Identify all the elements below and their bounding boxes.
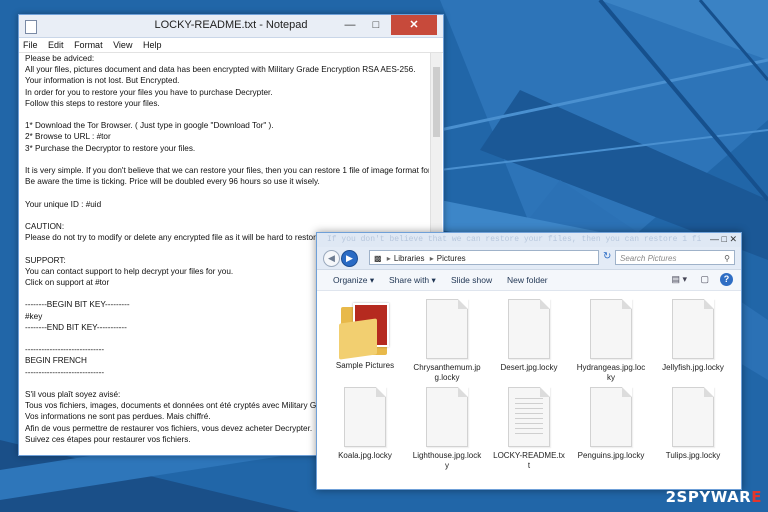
file-label: Desert.jpg.locky [500,363,558,372]
file-item[interactable]: Koala.jpg.locky [329,387,401,461]
text-line: Please be adviced: [25,54,95,63]
text-line: 1* Download the Tor Browser. ( Just type… [25,121,274,131]
view-options-icon[interactable]: ▤ ▾ [671,274,687,285]
file-grid: Sample Pictures Chrysanthemum.jpg.locky De… [317,291,741,489]
explorer-ghost-text: If you don't believe that we can restore… [327,235,701,244]
file-item[interactable]: LOCKY-README.txt [493,387,565,471]
blank-file-icon [344,387,386,447]
file-label: Jellyfish.jpg.locky [662,363,724,372]
blank-file-icon [590,387,632,447]
file-item[interactable]: Tulips.jpg.locky [657,387,729,461]
back-arrow-icon[interactable]: ◀ [323,250,340,267]
file-item[interactable]: Sample Pictures [329,299,401,371]
text-file-icon [508,387,550,447]
text-line [25,187,429,198]
explorer-titlebar[interactable]: If you don't believe that we can restore… [317,233,741,247]
organize-button[interactable]: Organize ▾ [333,275,374,286]
file-label: Lighthouse.jpg.locky [412,451,482,470]
file-label: Chrysanthemum.jpg.locky [413,363,481,382]
blank-file-icon [672,299,714,359]
text-line: All your files, pictures document and da… [25,65,416,75]
file-label: Tulips.jpg.locky [665,451,721,460]
search-placeholder: Search Pictures [620,254,677,263]
maximize-button[interactable]: □ [363,15,389,35]
explorer-toolbar: Organize ▾ Share with ▾ Slide show New f… [317,270,741,291]
breadcrumb-libraries[interactable]: Libraries [394,254,425,263]
search-input[interactable]: Search Pictures ⚲ [615,250,735,265]
preview-pane-icon[interactable]: ▢ [700,274,709,285]
explorer-window-buttons[interactable]: — □ ✕ [710,234,737,245]
blank-file-icon [426,299,468,359]
text-line: 3* Purchase the Decryptor to restore you… [25,143,196,153]
menu-edit[interactable]: Edit [48,40,64,50]
scrollbar-thumb[interactable] [433,67,440,137]
file-item[interactable]: Jellyfish.jpg.locky [657,299,729,373]
text-line: Be aware the time is ticking. Price will… [25,177,320,187]
new-folder-button[interactable]: New folder [507,275,548,285]
help-icon[interactable]: ? [720,273,733,286]
text-line: Follow this steps to restore your files. [25,98,160,108]
text-line: 2* Browse to URL : #tor [25,132,111,142]
text-line [25,154,429,165]
text-line: Your information is not lost. But Encryp… [25,76,180,86]
file-label: Penguins.jpg.locky [577,451,645,460]
file-item[interactable]: Desert.jpg.locky [493,299,565,373]
address-bar[interactable]: ▩ ▸ Libraries ▸ Pictures [369,250,599,265]
text-line: Your unique ID : #uid [25,199,102,209]
blank-file-icon [672,387,714,447]
slide-show-button[interactable]: Slide show [451,275,492,285]
minimize-button[interactable]: — [337,15,363,35]
folder-icon [339,299,391,360]
forward-arrow-icon[interactable]: ▶ [341,250,358,267]
text-line: CAUTION: [25,221,65,231]
file-label: Koala.jpg.locky [338,451,392,460]
blank-file-icon [426,387,468,447]
file-item[interactable]: Penguins.jpg.locky [575,387,647,461]
close-button[interactable]: ✕ [391,15,437,35]
file-item[interactable]: Hydrangeas.jpg.locky [575,299,647,383]
menu-help[interactable]: Help [143,40,162,50]
text-line: In order for you to restore your files y… [25,87,273,97]
explorer-address-row: ◀ ▶ ▩ ▸ Libraries ▸ Pictures ↻ Search Pict… [317,247,741,270]
folder-icon: ▩ [374,254,382,263]
menu-view[interactable]: View [113,40,132,50]
text-line [25,210,429,221]
breadcrumb-pictures[interactable]: Pictures [437,254,466,263]
text-line [25,109,429,120]
explorer-window[interactable]: If you don't believe that we can restore… [316,232,742,490]
share-with-button[interactable]: Share with ▾ [389,275,436,286]
text-line: It is very simple. If you don't believe … [25,166,429,175]
menu-file[interactable]: File [23,40,38,50]
file-label: LOCKY-README.txt [493,451,565,470]
blank-file-icon [508,299,550,359]
menu-format[interactable]: Format [74,40,103,50]
file-item[interactable]: Chrysanthemum.jpg.locky [411,299,483,383]
file-label: Sample Pictures [335,361,395,370]
notepad-titlebar[interactable]: LOCKY-README.txt - Notepad — □ ✕ [19,15,443,38]
refresh-icon[interactable]: ↻ [603,251,611,262]
blank-file-icon [590,299,632,359]
search-icon[interactable]: ⚲ [724,251,730,266]
watermark-logo: 2SPYWARE [665,488,762,506]
notepad-menubar: File Edit Format View Help [19,38,443,53]
file-label: Hydrangeas.jpg.locky [576,363,646,382]
file-item[interactable]: Lighthouse.jpg.locky [411,387,483,471]
